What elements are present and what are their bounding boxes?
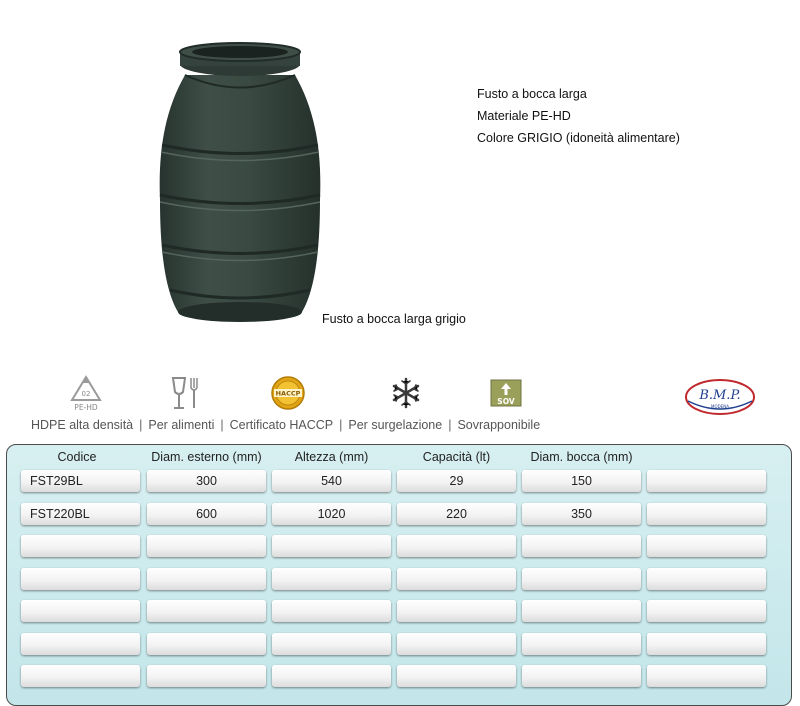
food-glass-fork-icon xyxy=(171,377,198,409)
haccp-seal-icon: HACCP xyxy=(271,376,305,410)
product-table: Codice Diam. esterno (mm) Altezza (mm) Capa… xyxy=(6,444,792,706)
logo-text: B.M.P. xyxy=(698,388,740,403)
logo-subtext: MODENA xyxy=(711,404,729,409)
features-list: HDPE alta densità | Per alimenti | Certifica… xyxy=(31,418,540,432)
table-cell xyxy=(272,665,391,687)
feature-label: Per surgelazione xyxy=(348,418,443,432)
table-cell xyxy=(147,567,266,590)
table-row xyxy=(7,600,791,624)
table-cell xyxy=(147,665,266,687)
table-row: FST220BL 600 1020 220 350 xyxy=(7,502,791,527)
product-drum-image xyxy=(159,42,321,322)
haccp-label: HACCP xyxy=(276,390,301,398)
description-line: Materiale PE-HD xyxy=(477,109,571,123)
sov-label: SOV xyxy=(497,397,515,406)
column-header: Altezza (mm) xyxy=(294,450,369,464)
bmp-logo: B.M.P. MODENA xyxy=(685,379,755,415)
table-cell xyxy=(272,567,391,590)
table-cell xyxy=(21,665,140,687)
table-cell xyxy=(522,665,641,687)
feature-separator: | xyxy=(339,418,343,432)
table-cell xyxy=(272,632,391,655)
table-cell xyxy=(522,632,641,655)
table-row xyxy=(7,632,791,657)
table-cell: 1020 xyxy=(272,502,391,525)
table-cell xyxy=(647,470,766,492)
table-cell xyxy=(272,600,391,622)
table-row: FST29BL 300 540 29 150 xyxy=(7,470,791,494)
description-line: Fusto a bocca larga xyxy=(477,87,587,101)
feature-separator: | xyxy=(448,418,452,432)
snowflake-icon xyxy=(392,377,420,409)
table-cell xyxy=(647,665,766,687)
table-cell xyxy=(647,502,766,525)
table-cell: FST29BL xyxy=(21,470,140,492)
table-cell xyxy=(21,535,140,557)
column-header: Capacità (lt) xyxy=(422,450,491,464)
table-cell: 150 xyxy=(522,470,641,492)
table-cell xyxy=(647,567,766,590)
table-cell xyxy=(147,632,266,655)
table-cell xyxy=(522,600,641,622)
product-caption: Fusto a bocca larga grigio xyxy=(322,312,466,326)
table-cell xyxy=(21,632,140,655)
table-cell: 540 xyxy=(272,470,391,492)
table-cell xyxy=(272,535,391,557)
table-row xyxy=(7,567,791,592)
column-header: Codice xyxy=(57,450,97,464)
feature-separator: | xyxy=(220,418,224,432)
table-cell xyxy=(647,600,766,622)
table-cell xyxy=(397,600,516,622)
table-row xyxy=(7,665,791,689)
feature-label: Sovrapponibile xyxy=(457,418,541,432)
recycle-code: 02 xyxy=(82,390,91,398)
table-cell: 220 xyxy=(397,502,516,525)
feature-label: HDPE alta densità xyxy=(31,418,134,432)
feature-label: Certificato HACCP xyxy=(229,418,334,432)
stackable-sov-icon: SOV xyxy=(490,379,522,407)
table-cell xyxy=(522,535,641,557)
feature-separator: | xyxy=(139,418,143,432)
table-cell xyxy=(397,535,516,557)
table-cell xyxy=(21,600,140,622)
table-cell: 29 xyxy=(397,470,516,492)
table-row xyxy=(7,535,791,559)
table-cell xyxy=(397,567,516,590)
table-cell xyxy=(397,665,516,687)
table-cell: 300 xyxy=(147,470,266,492)
table-cell: 350 xyxy=(522,502,641,525)
table-header: Codice Diam. esterno (mm) Altezza (mm) Capa… xyxy=(7,450,791,466)
table-cell xyxy=(647,632,766,655)
column-header: Diam. bocca (mm) xyxy=(530,450,633,464)
table-cell xyxy=(21,567,140,590)
table-cell: FST220BL xyxy=(21,502,140,525)
table-cell xyxy=(522,567,641,590)
column-header: Diam. esterno (mm) xyxy=(151,450,262,464)
feature-label: Per alimenti xyxy=(148,418,215,432)
recycle-label: PE-HD xyxy=(74,403,98,412)
description-line: Colore GRIGIO (idoneità alimentare) xyxy=(477,131,680,145)
recycle-pe-hd-icon: 02 PE-HD xyxy=(70,375,102,412)
table-cell xyxy=(647,535,766,557)
table-cell xyxy=(147,535,266,557)
table-cell: 600 xyxy=(147,502,266,525)
table-cell xyxy=(397,632,516,655)
table-cell xyxy=(147,600,266,622)
product-description: Fusto a bocca larga Materiale PE-HD Colo… xyxy=(477,83,680,149)
